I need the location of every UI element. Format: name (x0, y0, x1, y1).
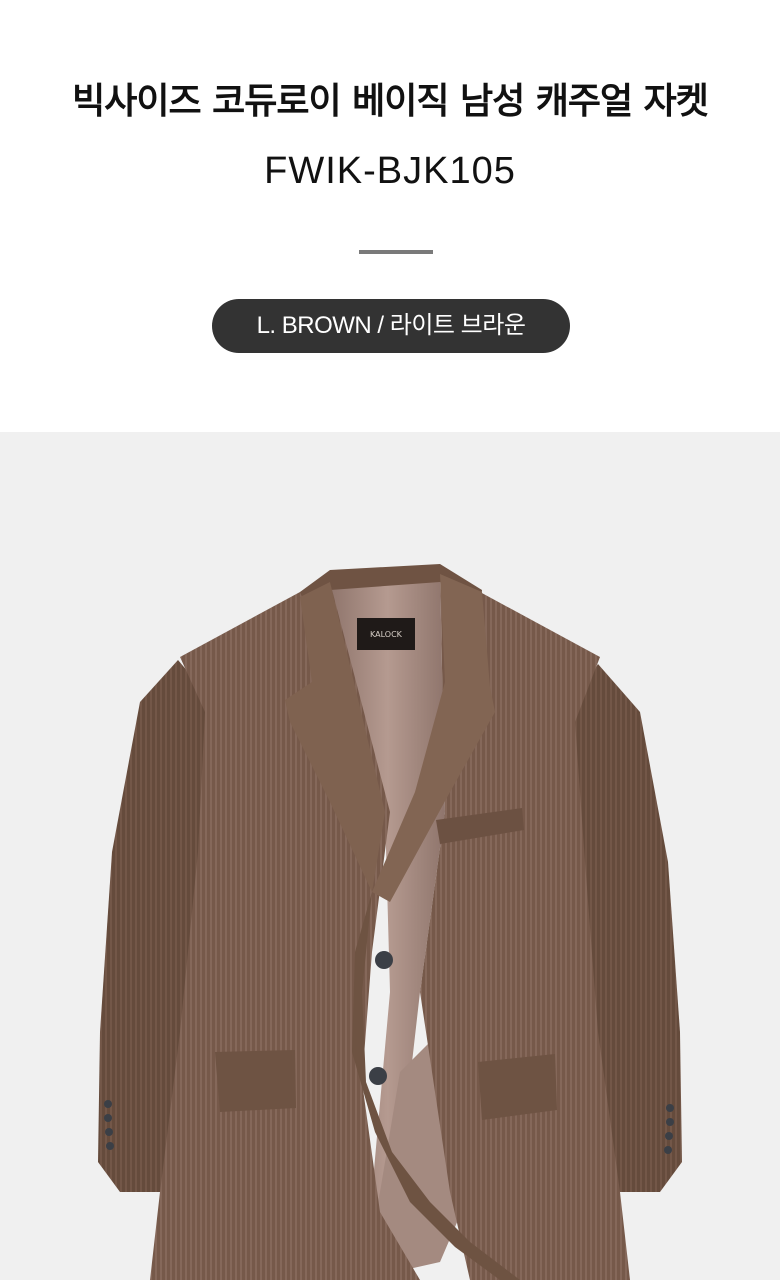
left-flap-pocket (215, 1050, 296, 1112)
front-button-top (375, 951, 393, 969)
cuff-button (105, 1128, 113, 1136)
product-code: FWIK-BJK105 (264, 150, 516, 192)
cuff-button (664, 1146, 672, 1154)
cuff-button (666, 1104, 674, 1112)
cuff-button (104, 1114, 112, 1122)
jacket-image: KALOCK (0, 432, 780, 1280)
cuff-button (104, 1100, 112, 1108)
cuff-button (106, 1142, 114, 1150)
product-photo: KALOCK (0, 432, 780, 1280)
right-flap-pocket (478, 1054, 557, 1120)
color-option-badge[interactable]: L. BROWN / 라이트 브라운 (212, 299, 570, 353)
cuff-button (665, 1132, 673, 1140)
product-header: 빅사이즈 코듀로이 베이직 남성 캐주얼 자켓 FWIK-BJK105 L. B… (0, 0, 780, 432)
title-divider (359, 250, 433, 254)
front-button-bottom (369, 1067, 387, 1085)
product-title: 빅사이즈 코듀로이 베이직 남성 캐주얼 자켓 (72, 81, 709, 122)
brand-label-text: KALOCK (370, 630, 403, 639)
cuff-button (666, 1118, 674, 1126)
